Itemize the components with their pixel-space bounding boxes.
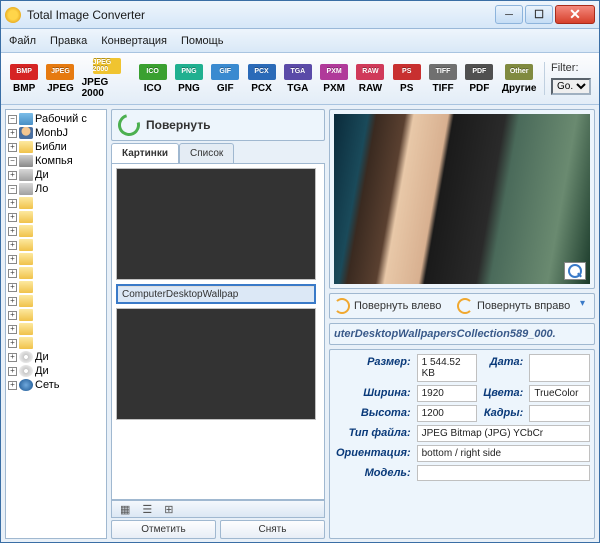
view-mode-bar: ▦ ☰ ⊞: [111, 500, 325, 518]
preview-panel: [329, 109, 595, 289]
thumbnail-item[interactable]: ComputerDesktopWallpap: [116, 284, 316, 304]
thumbnail-caption: ComputerDesktopWallpap: [118, 286, 314, 302]
thumbnail-item[interactable]: [116, 168, 316, 280]
menu-help[interactable]: Помощь: [181, 35, 224, 47]
info-frames: [529, 405, 590, 422]
format-pcx-button[interactable]: PCXPCX: [246, 64, 276, 94]
info-size: 1 544.52 KB: [417, 354, 478, 382]
format-toolbar: BMPBMPJPEGJPEGJPEG 2000JPEG 2000ICOICOPN…: [1, 53, 599, 105]
menubar: Файл Правка Конвертация Помощь: [1, 29, 599, 53]
zoom-icon[interactable]: [564, 262, 586, 280]
preview-image: [334, 114, 590, 284]
chevron-down-icon[interactable]: ▾: [580, 298, 590, 314]
tab-list[interactable]: Список: [179, 143, 234, 163]
close-button[interactable]: ✕: [555, 5, 595, 24]
info-filetype: JPEG Bitmap (JPG) YCbCr: [417, 425, 590, 442]
format-pxm-button[interactable]: PXMPXM: [319, 64, 349, 94]
format-png-button[interactable]: PNGPNG: [174, 64, 204, 94]
view-list-icon[interactable]: ☰: [142, 503, 152, 516]
mark-button[interactable]: Отметить: [111, 520, 216, 539]
window-title: Total Image Converter: [27, 8, 495, 22]
menu-file[interactable]: Файл: [9, 35, 36, 47]
format-raw-button[interactable]: RAWRAW: [355, 64, 385, 94]
info-panel: Размер:1 544.52 KB Дата: Ширина:1920 Цве…: [329, 349, 595, 539]
thumbnail-image: [117, 169, 315, 279]
info-width: 1920: [417, 385, 478, 402]
info-date: [529, 354, 590, 382]
format-tiff-button[interactable]: TIFFTIFF: [428, 64, 458, 94]
format-tga-button[interactable]: TGATGA: [283, 64, 313, 94]
filter-select[interactable]: Go..: [551, 78, 591, 95]
format-gif-button[interactable]: GIFGIF: [210, 64, 240, 94]
filter-label: Filter:: [551, 62, 591, 74]
format-другие-button[interactable]: OtherДругие: [500, 64, 537, 94]
minimize-button[interactable]: ─: [495, 5, 523, 24]
filename-display: uterDesktopWallpapersCollection589_000.: [329, 323, 595, 345]
menu-convert[interactable]: Конвертация: [101, 35, 167, 47]
format-ps-button[interactable]: PSPS: [392, 64, 422, 94]
maximize-button[interactable]: ☐: [525, 5, 553, 24]
rotate-left-button[interactable]: Повернуть влево: [334, 298, 453, 314]
thumbnail-list[interactable]: ComputerDesktopWallpap: [111, 163, 325, 500]
titlebar: Total Image Converter ─ ☐ ✕: [1, 1, 599, 29]
format-bmp-button[interactable]: BMPBMP: [9, 64, 39, 94]
thumbnail-image: [117, 309, 315, 419]
rotate-right-button[interactable]: Повернуть вправо: [457, 298, 576, 314]
format-jpeg-button[interactable]: JPEGJPEG: [45, 64, 75, 94]
rotate-icon: [114, 110, 144, 140]
folder-tree[interactable]: −Рабочий с +MonbJ +Библи −Компья +Ди −Ло…: [5, 109, 107, 539]
tab-pictures[interactable]: Картинки: [111, 143, 179, 163]
menu-edit[interactable]: Правка: [50, 35, 87, 47]
format-jpeg-2000-button[interactable]: JPEG 2000JPEG 2000: [82, 58, 132, 99]
view-grid-icon[interactable]: ▦: [120, 503, 130, 516]
unmark-button[interactable]: Снять: [220, 520, 325, 539]
app-icon: [5, 7, 21, 23]
view-detail-icon[interactable]: ⊞: [164, 503, 173, 516]
info-height: 1200: [417, 405, 478, 422]
format-ico-button[interactable]: ICOICO: [138, 64, 168, 94]
thumbnail-item[interactable]: [116, 308, 316, 420]
format-pdf-button[interactable]: PDFPDF: [464, 64, 494, 94]
info-orientation: bottom / right side: [417, 445, 590, 462]
info-model: [417, 465, 590, 481]
rotate-panel: Повернуть: [111, 109, 325, 141]
info-colors: TrueColor: [529, 385, 590, 402]
rotate-title: Повернуть: [146, 118, 211, 132]
